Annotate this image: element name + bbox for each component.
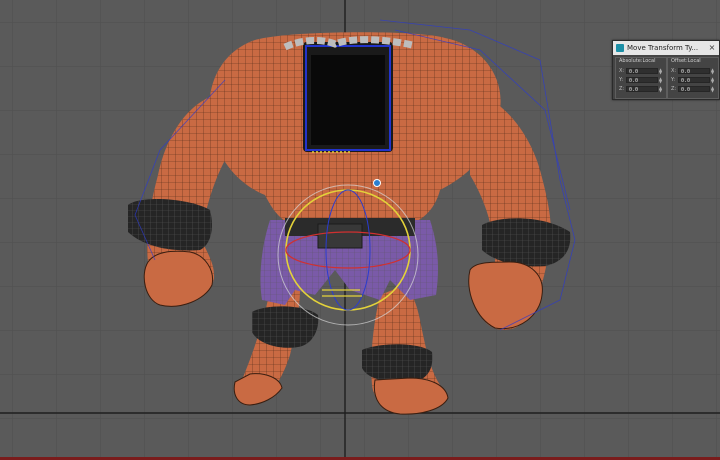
absolute-y-row: Y: 0.0 ▲ ▼	[619, 77, 664, 85]
dialog-titlebar[interactable]: Move Transform Ty... ×	[613, 41, 719, 55]
dialog-title: Move Transform Ty...	[627, 44, 699, 52]
offset-z-field[interactable]: 0.0	[678, 86, 710, 93]
absolute-z-field[interactable]: 0.0	[626, 86, 658, 93]
spinner-icon[interactable]: ▲ ▼	[659, 77, 663, 84]
absolute-y-field[interactable]: 0.0	[626, 77, 658, 84]
absolute-x-field[interactable]: 0.0	[626, 68, 658, 75]
offset-local-group: Offset:Local X: 0.0 ▲ ▼ Y: 0.0 ▲ ▼ Z: 0.0 …	[667, 57, 719, 99]
offset-y-field[interactable]: 0.0	[678, 77, 710, 84]
head-cage-box	[283, 36, 413, 152]
field-label: X:	[619, 68, 625, 74]
close-icon[interactable]: ×	[707, 41, 717, 55]
offset-x-field[interactable]: 0.0	[678, 68, 710, 75]
spinner-icon[interactable]: ▲ ▼	[659, 68, 663, 75]
field-label: Y:	[671, 77, 676, 83]
move-transform-type-in-dialog[interactable]: Move Transform Ty... × Absolute:Local X:…	[612, 40, 720, 100]
field-label: Z:	[619, 86, 625, 92]
spinner-icon[interactable]: ▲ ▼	[711, 77, 715, 84]
field-label: Y:	[619, 77, 624, 83]
group-title-absolute-local: Absolute:Local	[619, 58, 656, 64]
field-label: X:	[671, 68, 677, 74]
3dsmax-icon	[616, 44, 624, 52]
absolute-z-row: Z: 0.0 ▲ ▼	[619, 86, 664, 94]
offset-y-row: Y: 0.0 ▲ ▼	[671, 77, 716, 85]
offset-z-row: Z: 0.0 ▲ ▼	[671, 86, 716, 94]
offset-x-row: X: 0.0 ▲ ▼	[671, 68, 716, 76]
absolute-local-group: Absolute:Local X: 0.0 ▲ ▼ Y: 0.0 ▲ ▼ Z: 0.…	[615, 57, 667, 99]
spinner-icon[interactable]: ▲ ▼	[711, 68, 715, 75]
field-label: Z:	[671, 86, 677, 92]
spinner-icon[interactable]: ▲ ▼	[659, 86, 663, 93]
group-title-offset-local: Offset:Local	[671, 58, 701, 64]
absolute-x-row: X: 0.0 ▲ ▼	[619, 68, 664, 76]
spinner-icon[interactable]: ▲ ▼	[711, 86, 715, 93]
